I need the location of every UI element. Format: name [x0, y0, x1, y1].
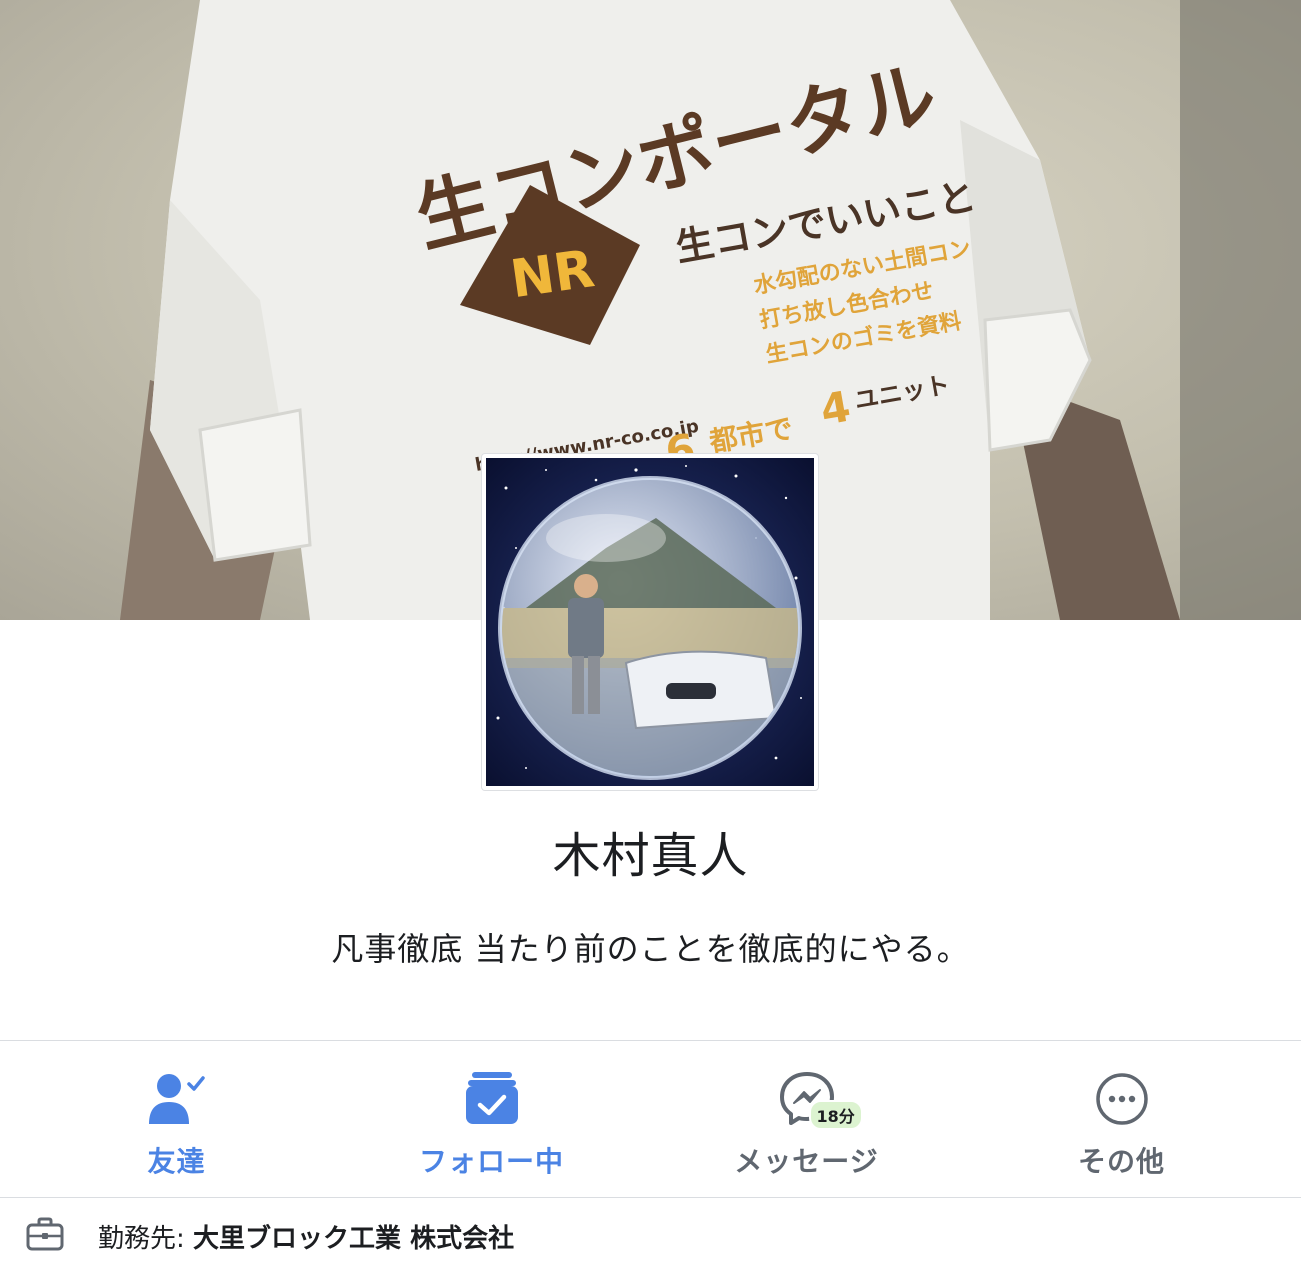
profile-picture[interactable] [482, 454, 818, 790]
following-label: フォロー中 [418, 1145, 564, 1178]
profile-name: 木村真人 [552, 828, 749, 884]
divider [0, 1040, 1301, 1041]
avatar-image [486, 458, 814, 786]
work-text: 勤務先: 大里ブロック工業 株式会社 [98, 1218, 514, 1255]
more-label: その他 [1077, 1145, 1165, 1178]
more-button[interactable]: その他 [959, 1060, 1284, 1180]
message-label: メッセージ [734, 1145, 879, 1178]
briefcase-icon [26, 1216, 64, 1256]
friend-check-icon [147, 1060, 207, 1126]
work-prefix: 勤務先: [98, 1224, 194, 1254]
messenger-icon: 18分 [779, 1060, 863, 1130]
friends-button[interactable]: 友達 [14, 1060, 339, 1180]
following-button[interactable]: フォロー中 [329, 1060, 654, 1180]
message-time-badge: 18分 [808, 1100, 863, 1130]
message-button[interactable]: 18分 メッセージ [644, 1060, 969, 1180]
profile-bio: 凡事徹底 当たり前のことを徹底的にやる。 [331, 930, 970, 968]
following-check-icon [464, 1060, 520, 1126]
friends-label: 友達 [147, 1145, 206, 1178]
more-dots-icon [1095, 1060, 1149, 1126]
work-company-link[interactable]: 大里ブロック工業 株式会社 [193, 1224, 514, 1254]
nr-logo-text: NR [507, 239, 598, 310]
work-info-row[interactable]: 勤務先: 大里ブロック工業 株式会社 [0, 1198, 1301, 1270]
